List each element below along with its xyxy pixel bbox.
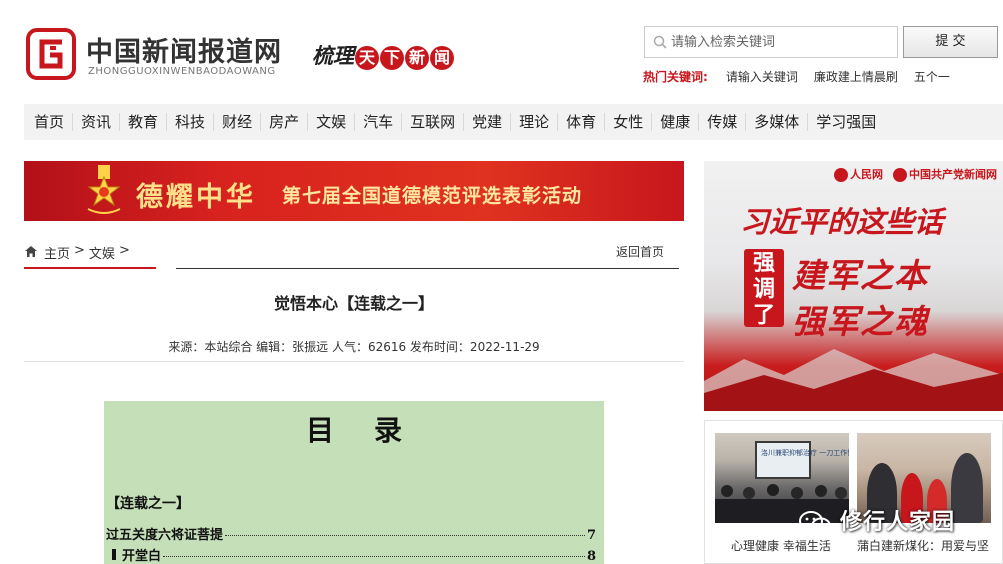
site-pinyin: ZHONGGUOXINWENBAODAOWANG [88, 66, 276, 77]
back-home-link[interactable]: 返回首页 [616, 243, 664, 260]
toc-row: 开堂白 8 [106, 545, 596, 564]
nav-item-party[interactable]: 党建 [464, 113, 512, 131]
people-logo-icon [834, 168, 848, 182]
breadcrumb: 主页 > 文娱 > [44, 243, 130, 262]
nav-item-sports[interactable]: 体育 [558, 113, 606, 131]
medal-icon [87, 165, 121, 214]
news-caption[interactable]: 蒲白建新煤化：用爱与坚 [857, 537, 989, 554]
toc-row-page: 7 [586, 528, 596, 543]
hot-keywords: 热门关键词: 请输入关键词 廉政建上情晨刷 五个一 [643, 68, 966, 85]
hot-keyword-link[interactable]: 请输入关键词 [726, 68, 798, 85]
wechat-icon [799, 511, 831, 535]
watermark-text: 修行人家园 [840, 510, 956, 535]
side-banner[interactable]: 人民网 中国共产党新闻网 习近平的这些话 强调了 建军之本 强军之魂 [704, 161, 1003, 411]
event-banner[interactable]: 德耀中华 第七届全国道德模范评选表彰活动 [24, 161, 684, 221]
nav-item-finance[interactable]: 财经 [214, 113, 262, 131]
article-title: 觉悟本心【连载之一】 [273, 294, 434, 313]
toc-row: 过五关度六将证菩提 7 [106, 524, 596, 543]
toc-title: 目录 [305, 414, 442, 447]
submit-button[interactable]: 提 交 [903, 26, 998, 58]
breadcrumb-category[interactable]: 文娱 [89, 243, 115, 262]
nav-item-xuexi[interactable]: 学习强国 [808, 113, 884, 131]
search-icon [653, 35, 667, 49]
toc-leader [225, 535, 585, 536]
mountains-graphic [704, 349, 1003, 411]
slogan-char: 新 [405, 46, 429, 70]
hot-keyword-link[interactable]: 廉政建上情晨刷 [814, 68, 898, 85]
nav-item-tech[interactable]: 科技 [167, 113, 215, 131]
nav-item-media[interactable]: 传媒 [699, 113, 747, 131]
banner-title: 德耀中华 [136, 182, 256, 213]
screen-text: 洛川兼职抑郁治疗 一刀工作健康学习 [761, 449, 849, 457]
hot-keywords-label: 热门关键词: [643, 70, 708, 84]
nav-item-news[interactable]: 资讯 [73, 113, 121, 131]
main-nav: 首页 资讯 教育 科技 财经 房产 文娱 汽车 互联网 党建 理论 体育 女性 … [24, 104, 1003, 140]
breadcrumb-divider [176, 268, 679, 269]
toc-image: 目录 【连载之一】 过五关度六将证菩提 7 开堂白 8 [104, 401, 604, 564]
banner-subtitle: 第七届全国道德模范评选表彰活动 [282, 185, 583, 207]
toc-bullet-icon [112, 549, 116, 560]
party-emblem-icon [893, 168, 907, 182]
slogan-char: 下 [380, 46, 404, 70]
side-banner-line1: 建军之本 [792, 256, 928, 295]
slogan-plain: 梳理 [312, 43, 354, 68]
breadcrumb-home[interactable]: 主页 [44, 243, 70, 262]
site-name[interactable]: 中国新闻报道网 [86, 30, 282, 69]
nav-item-auto[interactable]: 汽车 [355, 113, 403, 131]
nav-item-entertainment[interactable]: 文娱 [308, 113, 356, 131]
side-banner-headline: 习近平的这些话 [740, 205, 944, 239]
projector-screen: 洛川兼职抑郁治疗 一刀工作健康学习 [755, 441, 849, 479]
home-icon [25, 246, 37, 257]
site-slogan: 梳理天下新闻 [312, 40, 454, 70]
side-banner-logos: 人民网 中国共产党新闻网 [704, 161, 1003, 187]
breadcrumb-separator: > [118, 243, 130, 258]
person-figure [951, 453, 983, 523]
side-banner-line2: 强军之魂 [792, 302, 928, 341]
nav-item-women[interactable]: 女性 [605, 113, 653, 131]
news-caption[interactable]: 心理健康 幸福生活 [731, 537, 831, 554]
wechat-watermark: 修行人家园 [798, 504, 955, 536]
people-logo: 人民网 [834, 166, 883, 182]
hot-keyword-link[interactable]: 五个一 [914, 68, 950, 85]
nav-item-multimedia[interactable]: 多媒体 [746, 113, 809, 131]
nav-item-internet[interactable]: 互联网 [402, 113, 465, 131]
side-news-box: 洛川兼职抑郁治疗 一刀工作健康学习 心理健康 幸福生活 蒲白建新煤化：用爱与坚 [704, 420, 1003, 564]
toc-row-label: 开堂白 [122, 549, 162, 564]
toc-row-page: 8 [586, 549, 596, 564]
slogan-char: 天 [355, 46, 379, 70]
site-logo-icon[interactable] [26, 28, 76, 80]
search-box [644, 26, 898, 58]
nav-item-education[interactable]: 教育 [120, 113, 168, 131]
meta-divider [24, 361, 684, 362]
article-meta: 来源：本站综合 编辑：张振远 人气：62616 发布时间：2022-11-29 [168, 340, 540, 354]
breadcrumb-separator: > [74, 243, 85, 258]
nav-item-theory[interactable]: 理论 [511, 113, 559, 131]
search-input[interactable] [671, 31, 893, 53]
nav-item-home[interactable]: 首页 [24, 113, 74, 131]
nav-item-realestate[interactable]: 房产 [261, 113, 309, 131]
toc-section: 【连载之一】 [106, 496, 190, 512]
side-banner-badge: 强调了 [744, 249, 784, 328]
toc-leader [163, 556, 585, 557]
nav-item-health[interactable]: 健康 [652, 113, 700, 131]
toc-row-label: 过五关度六将证菩提 [106, 528, 224, 543]
cpc-news-logo: 中国共产党新闻网 [893, 166, 997, 182]
slogan-char: 闻 [430, 46, 454, 70]
breadcrumb-underline [24, 267, 156, 269]
